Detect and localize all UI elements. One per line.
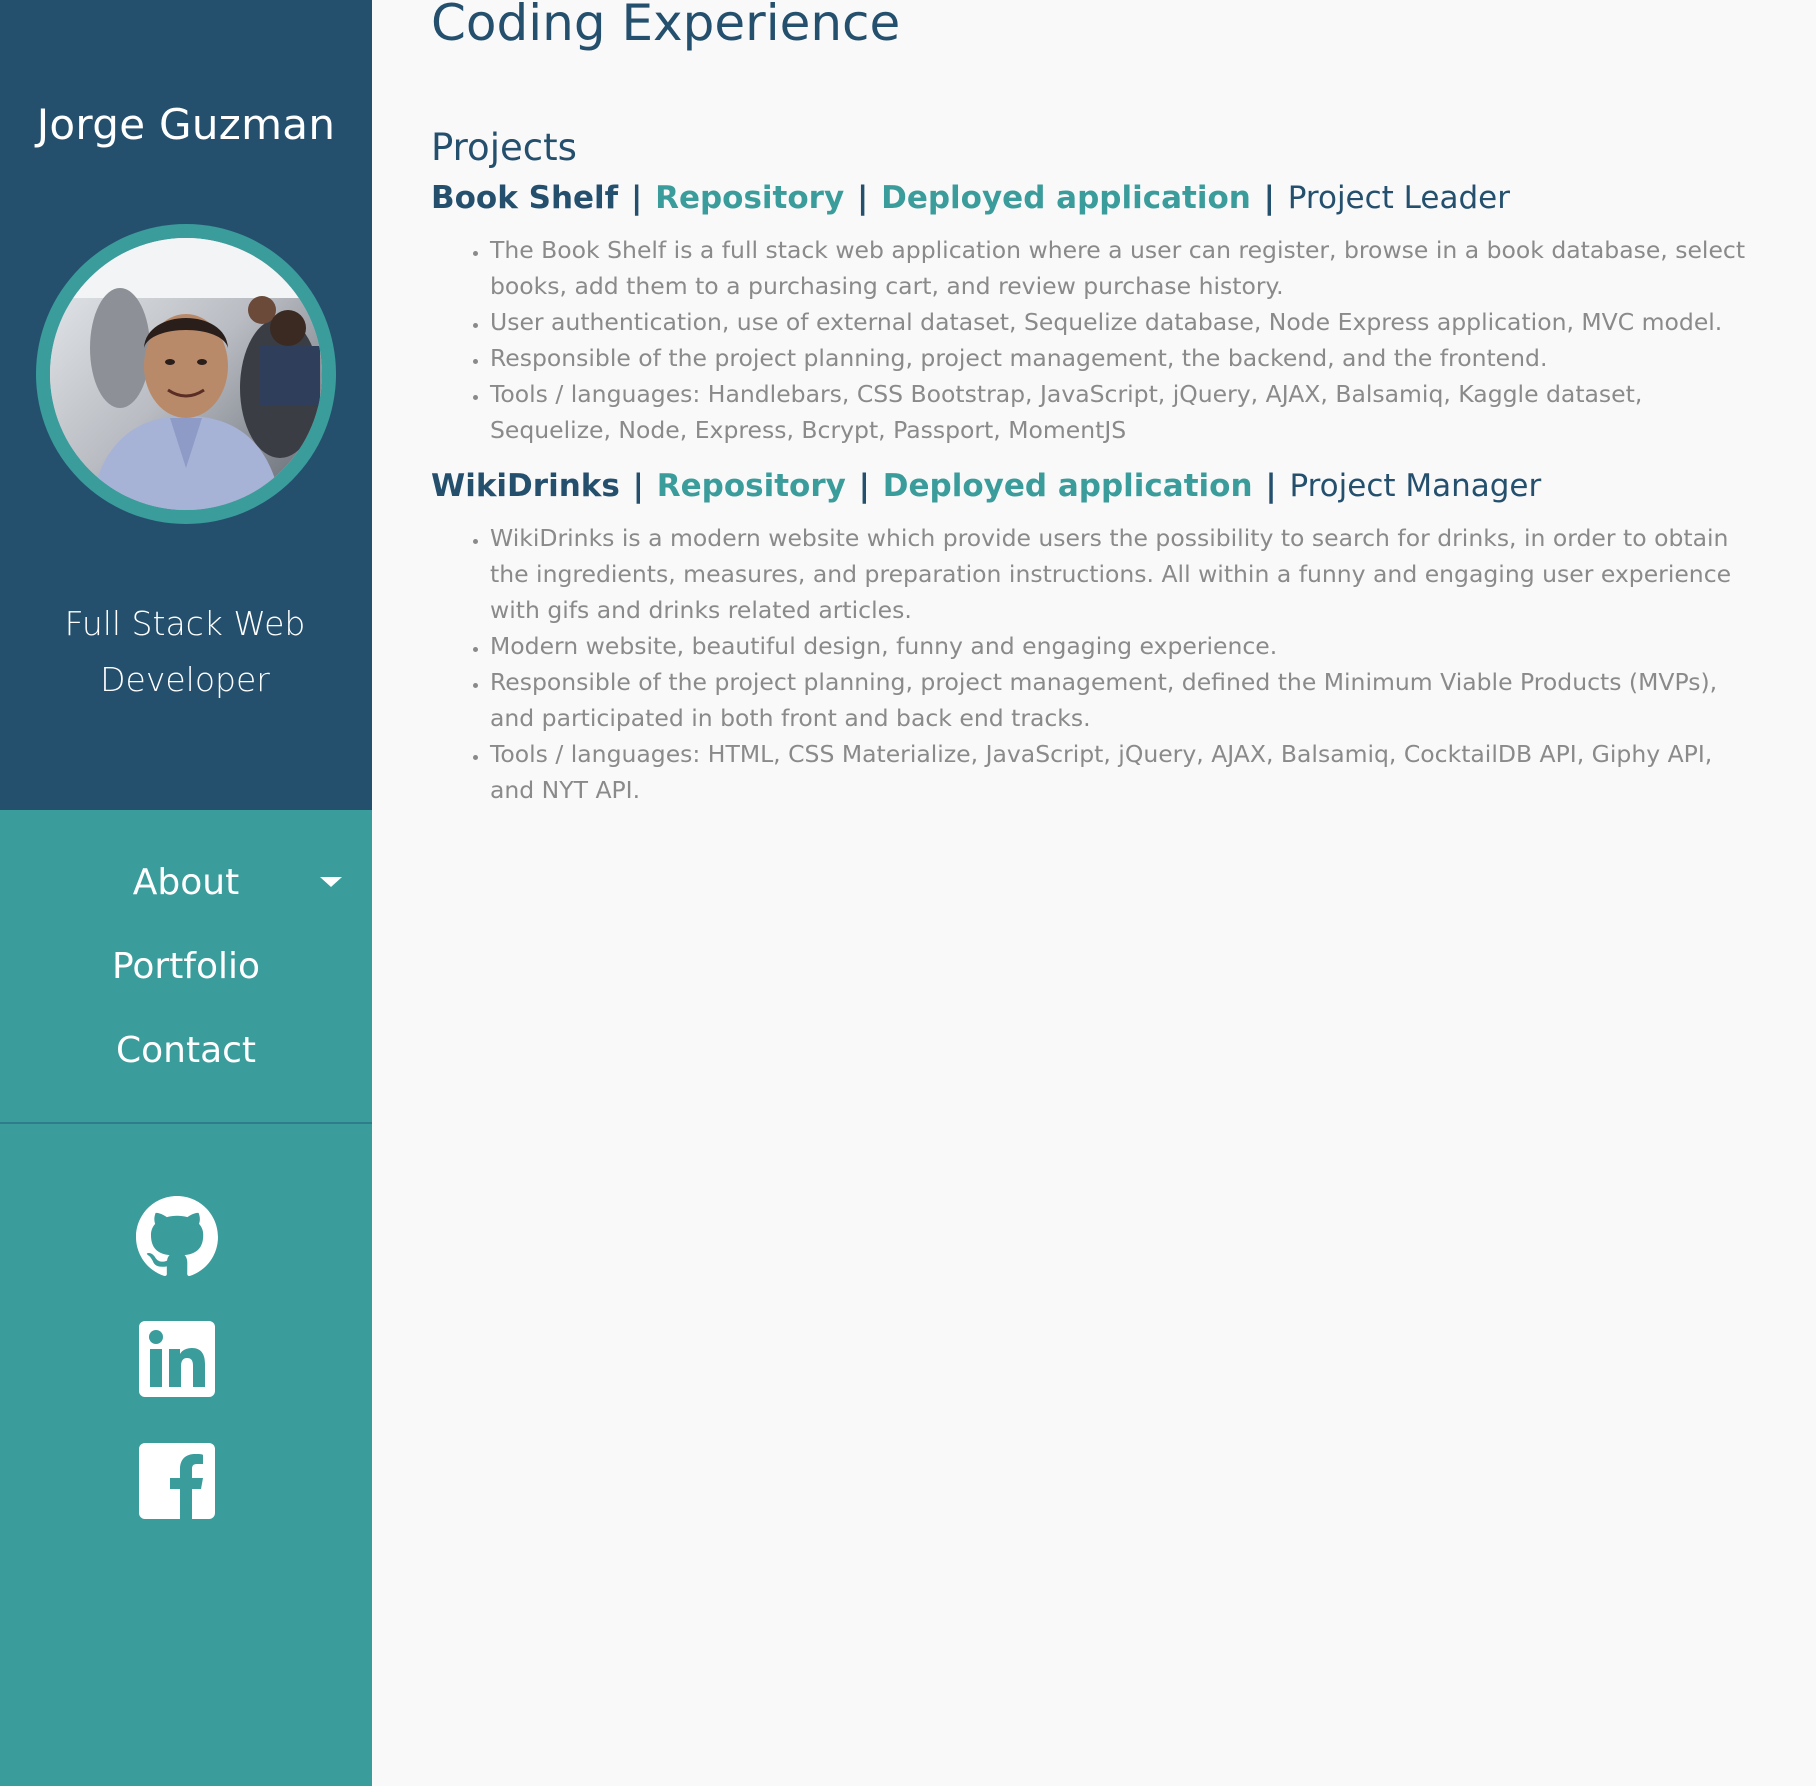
project-details: The Book Shelf is a full stack web appli… [460, 232, 1760, 448]
separator: | [1263, 180, 1275, 216]
project-role: Project Manager [1289, 468, 1542, 504]
separator: | [630, 180, 643, 216]
list-item: WikiDrinks is a modern website which pro… [490, 520, 1760, 628]
list-item: Modern website, beautiful design, funny … [490, 628, 1760, 664]
project-heading: Book Shelf | Repository | Deployed appli… [431, 180, 1510, 216]
deployed-app-link[interactable]: Deployed application [883, 468, 1253, 504]
page-title: Coding Experience [431, 0, 901, 52]
project-heading: WikiDrinks | Repository | Deployed appli… [431, 468, 1541, 504]
list-item: The Book Shelf is a full stack web appli… [490, 232, 1760, 304]
project-role: Project Leader [1287, 180, 1510, 216]
list-item: Responsible of the project planning, pro… [490, 664, 1760, 736]
list-item: User authentication, use of external dat… [490, 304, 1760, 340]
project-name: WikiDrinks [431, 468, 620, 504]
nav-portfolio-label: Portfolio [111, 946, 261, 987]
list-item: Tools / languages: Handlebars, CSS Boots… [490, 376, 1760, 448]
profile-name: Jorge Guzman [36, 100, 336, 149]
repository-link[interactable]: Repository [657, 468, 846, 504]
separator: | [632, 468, 644, 504]
nav-about-label: About [132, 862, 240, 903]
section-title: Projects [431, 126, 577, 169]
project-details: WikiDrinks is a modern website which pro… [460, 520, 1760, 808]
sidebar-profile: Jorge Guzman Full Stack Web Developer [0, 0, 372, 810]
github-icon[interactable] [136, 1196, 218, 1278]
nav-contact[interactable]: Contact [0, 1018, 372, 1102]
list-item: Responsible of the project planning, pro… [490, 340, 1760, 376]
nav-about[interactable]: About [0, 850, 372, 934]
separator: | [856, 180, 869, 216]
sidebar: Jorge Guzman Full Stack Web Developer Ab… [0, 0, 372, 1786]
sidebar-nav: About Portfolio Contact [0, 850, 372, 1102]
linkedin-icon[interactable] [136, 1318, 218, 1400]
nav-portfolio[interactable]: Portfolio [0, 934, 372, 1018]
separator: | [858, 468, 870, 504]
chevron-down-icon[interactable] [320, 877, 342, 887]
nav-contact-label: Contact [115, 1030, 257, 1071]
deployed-app-link[interactable]: Deployed application [881, 180, 1251, 216]
avatar [36, 224, 336, 524]
sidebar-divider [0, 1122, 372, 1124]
profile-role: Full Stack Web Developer [64, 604, 306, 699]
project-name: Book Shelf [431, 180, 619, 216]
list-item: Tools / languages: HTML, CSS Materialize… [490, 736, 1760, 808]
repository-link[interactable]: Repository [655, 180, 844, 216]
facebook-icon[interactable] [136, 1440, 218, 1522]
separator: | [1265, 468, 1277, 504]
profile-photo [50, 238, 322, 510]
